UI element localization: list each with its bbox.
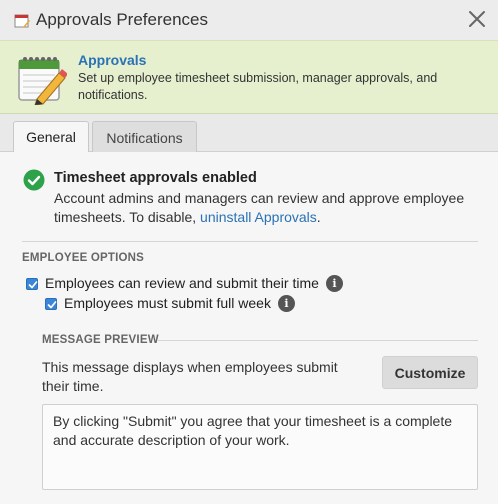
full-week-label: Employees must submit full week bbox=[64, 295, 271, 311]
message-preview-box: By clicking "Submit" you agree that your… bbox=[42, 404, 478, 490]
message-preview-label: MESSAGE PREVIEW bbox=[42, 334, 159, 346]
checkmark-icon bbox=[47, 301, 57, 309]
banner-title: Approvals bbox=[78, 52, 147, 68]
section-divider bbox=[158, 340, 478, 341]
app-banner: Approvals Set up employee timesheet subm… bbox=[0, 40, 498, 114]
close-icon[interactable] bbox=[466, 8, 488, 30]
timesheet-notepad-icon bbox=[18, 57, 67, 105]
info-icon[interactable]: i bbox=[278, 295, 295, 312]
info-icon[interactable]: i bbox=[326, 275, 343, 292]
review-submit-checkbox[interactable] bbox=[26, 278, 38, 290]
status-description: Account admins and managers can review a… bbox=[54, 189, 474, 226]
employee-options-label: EMPLOYEE OPTIONS bbox=[22, 252, 145, 264]
uninstall-approvals-link[interactable]: uninstall Approvals bbox=[200, 209, 317, 225]
title-bar: Approvals Preferences bbox=[0, 0, 498, 40]
status-title: Timesheet approvals enabled bbox=[54, 170, 257, 186]
calendar-icon bbox=[14, 14, 30, 28]
window-title: Approvals Preferences bbox=[36, 10, 208, 29]
customize-button[interactable]: Customize bbox=[382, 356, 478, 389]
banner-description: Set up employee timesheet submission, ma… bbox=[78, 71, 438, 102]
tab-bar: General Notifications bbox=[0, 114, 498, 153]
check-circle-icon bbox=[23, 169, 45, 191]
full-week-checkbox[interactable] bbox=[45, 298, 57, 310]
tab-notifications[interactable]: Notifications bbox=[92, 121, 197, 153]
message-preview-description: This message displays when employees sub… bbox=[42, 359, 338, 394]
section-divider bbox=[22, 241, 478, 242]
checkmark-icon bbox=[28, 281, 38, 289]
review-submit-label: Employees can review and submit their ti… bbox=[45, 275, 319, 291]
tab-general[interactable]: General bbox=[13, 121, 89, 152]
status-description-end: . bbox=[316, 208, 321, 225]
general-panel: Timesheet approvals enabled Account admi… bbox=[0, 152, 498, 504]
